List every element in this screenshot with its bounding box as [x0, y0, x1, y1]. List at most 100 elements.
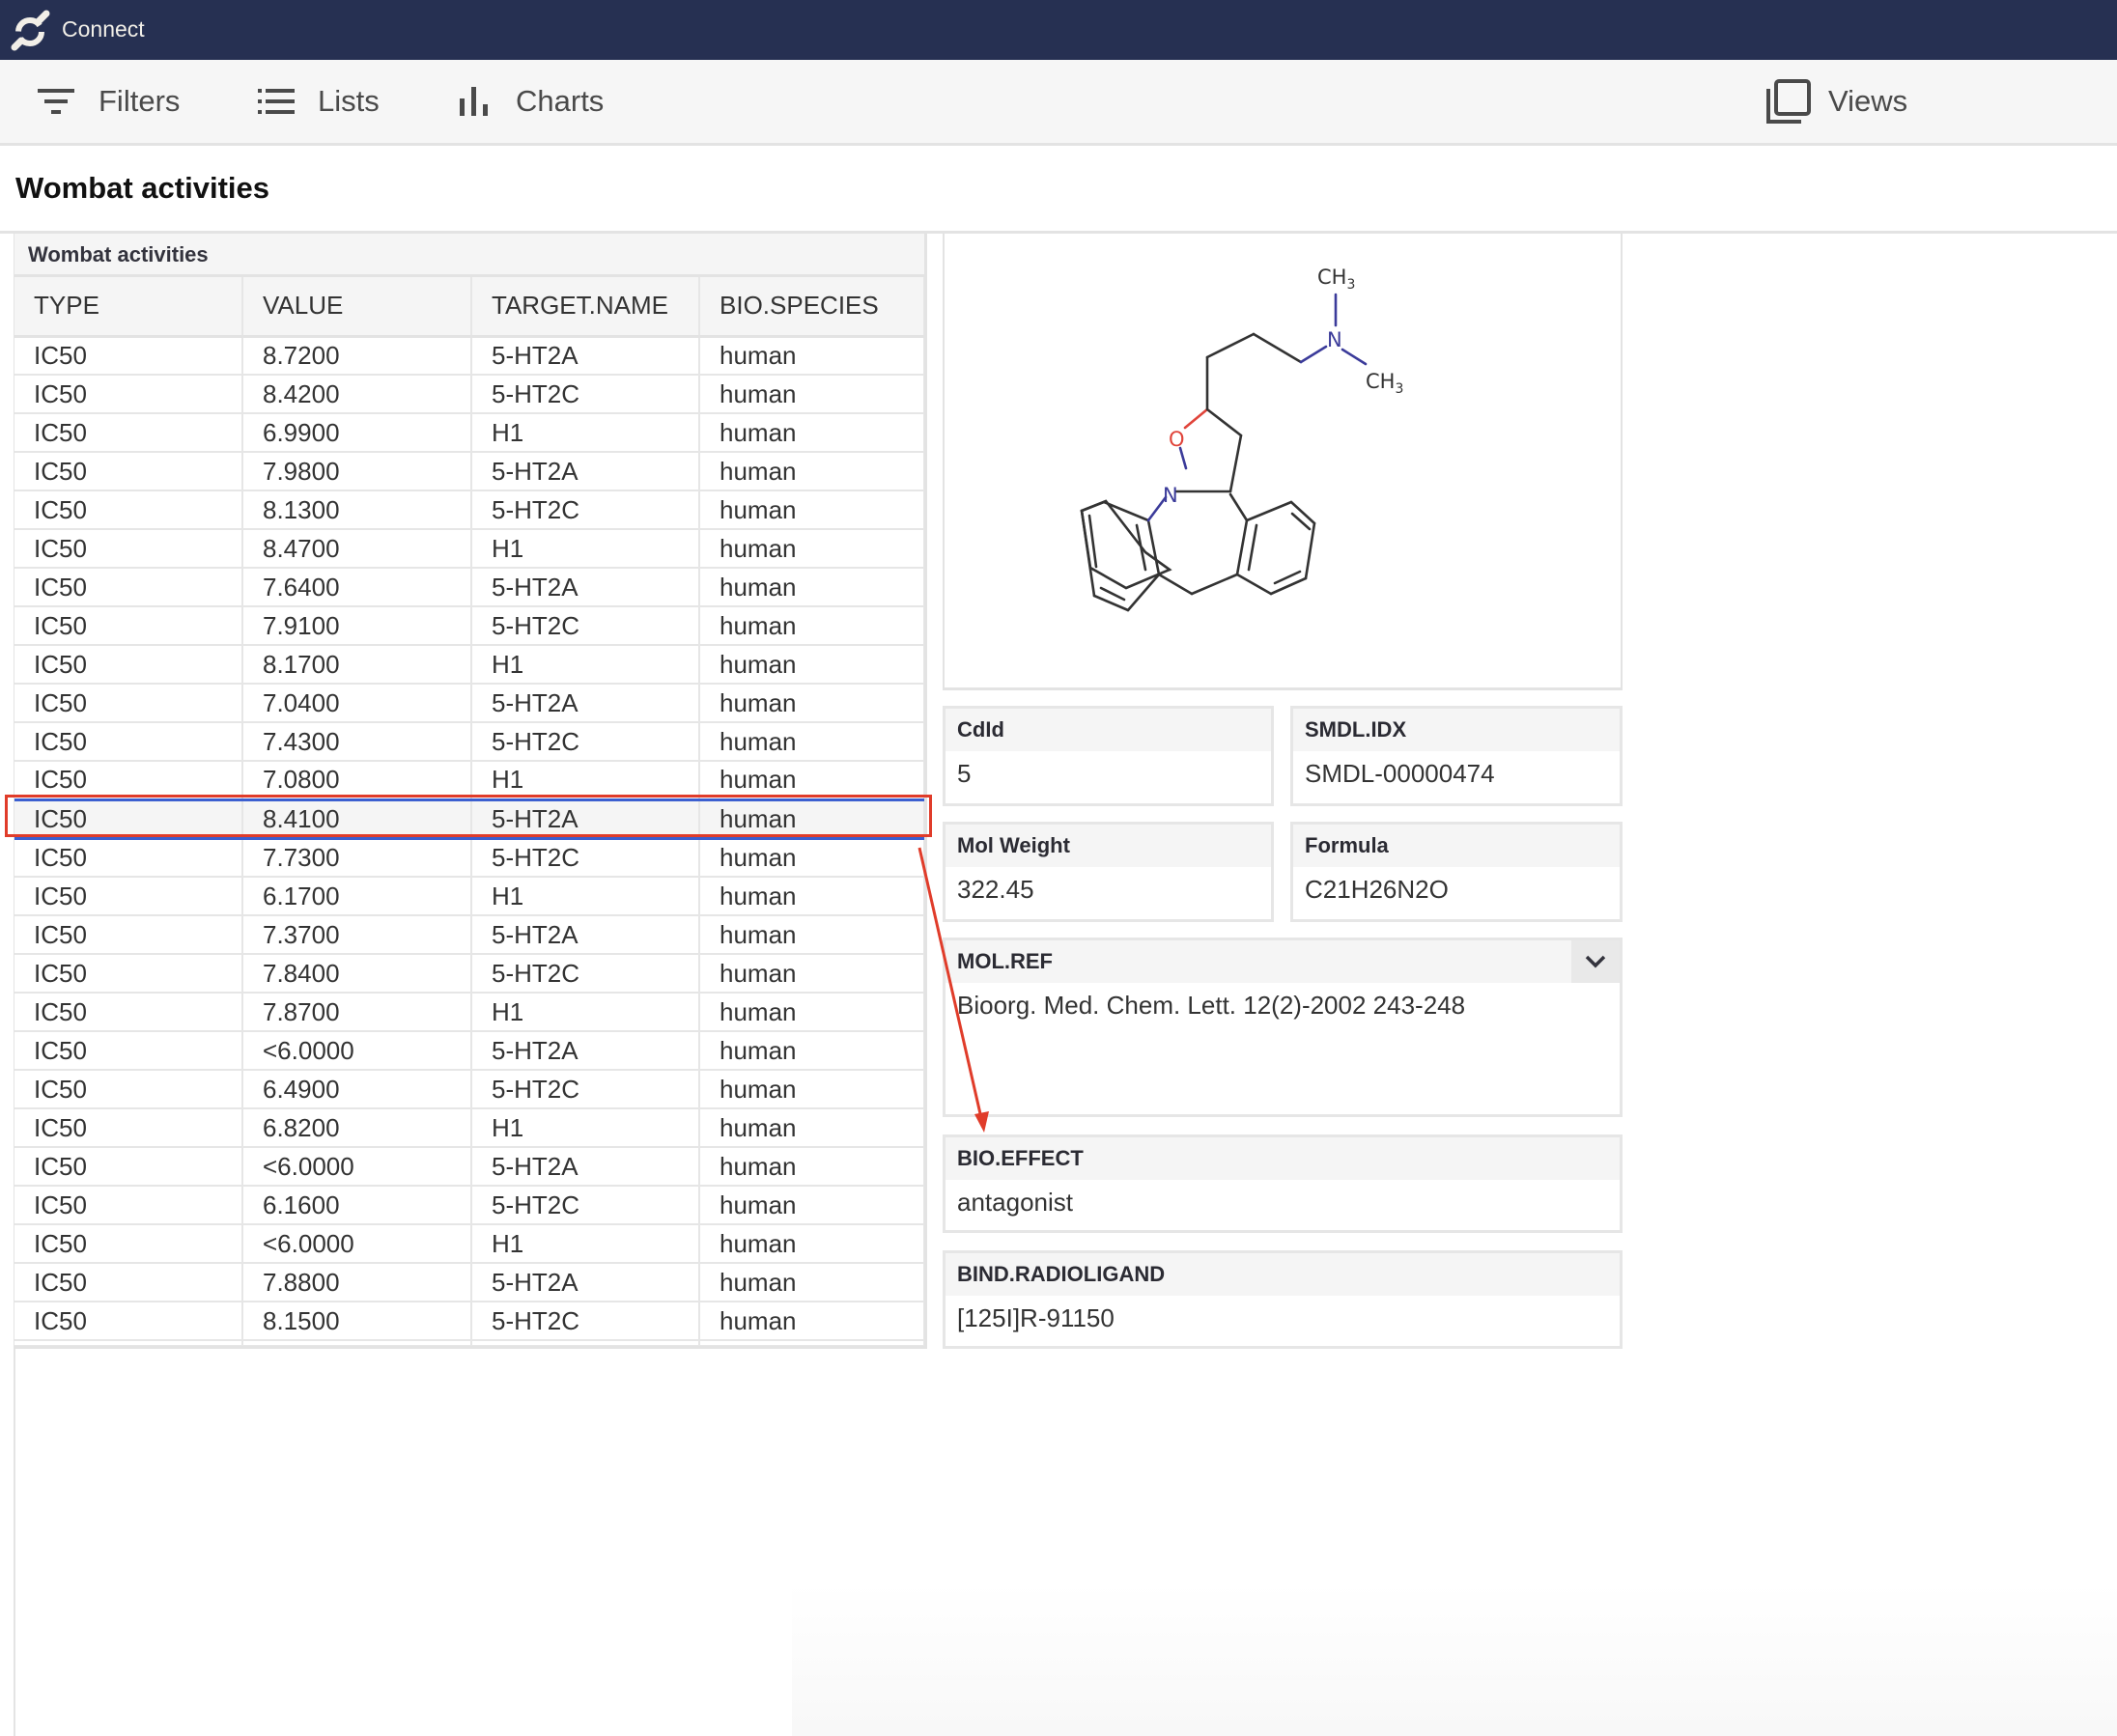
bond — [1178, 446, 1188, 470]
table-row[interactable]: IC50 7.0800 H1 human — [14, 761, 924, 800]
cell-value: 7.8700 — [242, 993, 472, 1032]
filters-button[interactable]: Filters — [38, 60, 180, 143]
smdl-idx-value: SMDL-00000474 — [1305, 759, 1495, 788]
bond — [1235, 573, 1273, 596]
cdid-value: 5 — [957, 759, 972, 788]
cell-target-name: 5-HT2A — [471, 798, 700, 840]
mol-ref-expand-button[interactable] — [1571, 940, 1620, 983]
table-row[interactable]: IC50 <6.0000 5-HT2A human — [14, 1031, 924, 1071]
cell-target-name: H1 — [471, 413, 700, 453]
column-header-bio-species[interactable]: BIO.SPECIES — [699, 277, 924, 338]
cell-bio-species: human — [699, 1224, 924, 1264]
bond-ring-left — [1080, 499, 1172, 590]
bond — [1157, 573, 1194, 596]
table-row[interactable]: IC50 <6.0000 5-HT2A human — [14, 1147, 924, 1187]
cell-type: IC50 — [14, 1263, 243, 1302]
table-row[interactable]: IC50 7.9100 5-HT2C human — [14, 606, 924, 646]
mol-ref-value: Bioorg. Med. Chem. Lett. 12(2)-2002 243-… — [957, 991, 1466, 1020]
cell-target-name: H1 — [471, 1224, 700, 1264]
filter-icon — [38, 89, 74, 114]
cell-target-name: 5-HT2C — [471, 954, 700, 994]
cell-type: IC50 — [14, 413, 243, 453]
app-header-bar: Connect — [0, 0, 2117, 60]
cell-bio-species: human — [699, 413, 924, 453]
cell-bio-species: human — [699, 761, 924, 800]
cell-type: IC50 — [14, 606, 243, 646]
cell-target-name: 5-HT2C — [471, 490, 700, 530]
atom-label-ch3-right: CH3 — [1366, 370, 1403, 397]
bond — [1080, 500, 1106, 513]
table-row[interactable]: IC50 8.1300 5-HT2C human — [14, 490, 924, 530]
table-row[interactable]: IC50 7.3700 5-HT2A human — [14, 915, 924, 955]
bond — [1289, 500, 1316, 525]
cell-type: IC50 — [14, 877, 243, 916]
table-row[interactable]: IC50 8.4700 H1 human — [14, 529, 924, 569]
cell-value: 7.7300 — [242, 838, 472, 878]
cell-bio-species: human — [699, 1070, 924, 1109]
table-row[interactable]: IC50 6.1600 5-HT2C human — [14, 1186, 924, 1225]
cell-bio-species: human — [699, 877, 924, 916]
bio-effect-card: BIO.EFFECT antagonist — [943, 1134, 1623, 1233]
filters-label: Filters — [99, 84, 181, 118]
table-row[interactable]: IC50 7.8800 5-HT2A human — [14, 1263, 924, 1302]
table-row[interactable]: IC50 7.8700 H1 human — [14, 993, 924, 1032]
column-header-target-name[interactable]: TARGET.NAME — [471, 277, 700, 338]
cell-bio-species: human — [699, 606, 924, 646]
cell-type: IC50 — [14, 568, 243, 607]
cell-bio-species: human — [699, 915, 924, 955]
table-row[interactable]: IC50 <6.0000 H1 human — [14, 1224, 924, 1264]
cell-value: 7.8400 — [242, 954, 472, 994]
table-row[interactable]: IC50 7.9800 5-HT2A human — [14, 452, 924, 491]
mol-weight-label: Mol Weight — [946, 825, 1271, 867]
table-row[interactable]: IC50 7.8400 5-HT2C human — [14, 954, 924, 994]
table-row[interactable]: IC50 7.7300 5-HT2C human — [14, 838, 924, 878]
views-icon — [1766, 79, 1811, 124]
cell-bio-species: human — [699, 722, 924, 762]
cell-type: IC50 — [14, 336, 243, 376]
table-row[interactable]: IC50 7.4300 5-HT2C human — [14, 722, 924, 762]
cell-target-name: H1 — [471, 877, 700, 916]
molecule-structure-panel: O N N CH3 CH3 — [943, 234, 1623, 690]
table-row[interactable]: IC50 8.7200 5-HT2A human — [14, 336, 924, 376]
page-title: Wombat activities — [15, 171, 270, 205]
column-header-type[interactable]: TYPE — [14, 277, 243, 338]
table-row-selected[interactable]: IC50 8.4100 5-HT2A human — [14, 798, 924, 840]
views-button[interactable]: Views — [1766, 60, 1907, 143]
cell-type: IC50 — [14, 1108, 243, 1148]
cell-type: IC50 — [14, 722, 243, 762]
lists-button[interactable]: Lists — [258, 60, 380, 143]
cell-value: 8.1300 — [242, 490, 472, 530]
bond — [1235, 518, 1249, 576]
table-row[interactable]: IC50 8.4200 5-HT2C human — [14, 375, 924, 414]
table-row[interactable]: IC50 8.1700 H1 human — [14, 645, 924, 685]
cell-bio-species: human — [699, 1031, 924, 1071]
cell-bio-species: human — [699, 1186, 924, 1225]
bind-radioligand-value: [125I]R-91150 — [957, 1303, 1115, 1332]
table-row[interactable]: IC50 6.4900 5-HT2C human — [14, 1070, 924, 1109]
table-row[interactable]: IC50 6.8200 H1 human — [14, 1108, 924, 1148]
cell-type: IC50 — [14, 1224, 243, 1264]
table-row[interactable]: IC50 7.0400 5-HT2A human — [14, 684, 924, 723]
column-header-value[interactable]: VALUE — [242, 277, 472, 338]
cell-empty — [471, 1340, 700, 1346]
bond-inner — [1247, 523, 1258, 572]
table-row[interactable]: IC50 6.9900 H1 human — [14, 413, 924, 453]
table-row[interactable]: IC50 6.1700 H1 human — [14, 877, 924, 916]
cell-type: IC50 — [14, 915, 243, 955]
cell-target-name: 5-HT2A — [471, 915, 700, 955]
table-row-partial[interactable] — [14, 1340, 924, 1346]
connect-logo-icon[interactable] — [10, 8, 52, 52]
cell-bio-species: human — [699, 1147, 924, 1187]
bond — [1269, 576, 1308, 596]
cell-target-name: 5-HT2C — [471, 1186, 700, 1225]
cell-bio-species: human — [699, 1108, 924, 1148]
cell-value: 6.1600 — [242, 1186, 472, 1225]
cell-bio-species: human — [699, 838, 924, 878]
cell-bio-species: human — [699, 529, 924, 569]
table-row[interactable]: IC50 7.6400 5-HT2A human — [14, 568, 924, 607]
cell-target-name: 5-HT2A — [471, 568, 700, 607]
cell-bio-species: human — [699, 645, 924, 685]
charts-button[interactable]: Charts — [460, 60, 604, 143]
app-title: Connect — [62, 16, 145, 42]
table-row[interactable]: IC50 8.1500 5-HT2C human — [14, 1302, 924, 1341]
